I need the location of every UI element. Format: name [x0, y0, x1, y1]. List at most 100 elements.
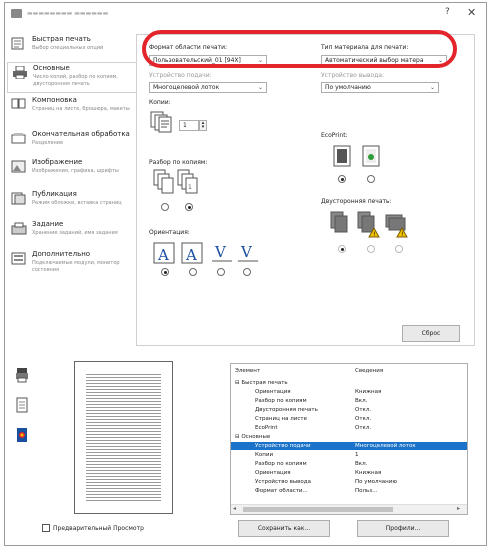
summary-row[interactable]: Разбор по копиям Вкл.: [231, 397, 467, 405]
profiles-button[interactable]: Профили...: [357, 520, 449, 537]
ecoprint-label: EcoPrint:: [321, 132, 348, 139]
collate-off-icon: [153, 169, 175, 197]
summary-row[interactable]: Разбор по копиям Вкл.: [231, 460, 467, 468]
nav-item-quick-print[interactable]: Быстрая печать Выбор специальных опций: [7, 34, 136, 60]
svg-text:A: A: [185, 246, 197, 264]
nav-subtitle: Выбор специальных опций: [32, 45, 104, 51]
chevron-down-icon: ⌄: [429, 84, 435, 91]
summary-row[interactable]: Ориентация Книжная: [231, 469, 467, 477]
printer-icon: [11, 9, 22, 18]
collate-off-radio[interactable]: [161, 203, 169, 211]
nav-item-image[interactable]: Изображение Изображения, графика, шрифты: [7, 157, 136, 187]
nav-item-advanced[interactable]: Дополнительно Подключаемые модули, монит…: [7, 249, 136, 279]
collate-label: Разбор по копиям:: [149, 159, 208, 166]
summary-row[interactable]: Устройство вывода По умолчанию: [231, 478, 467, 486]
scroll-thumb[interactable]: [243, 507, 393, 512]
duplex-off-radio[interactable]: [338, 245, 346, 253]
orientation-landscape-radio[interactable]: [217, 268, 225, 276]
color-preview-icon[interactable]: [16, 427, 28, 445]
svg-text:V: V: [240, 243, 253, 261]
nav-item-finishing[interactable]: Окончательная обработка Разделение: [7, 129, 136, 155]
page-text-area: [86, 372, 161, 503]
nav-subtitle: Хранение заданий, имя задания: [32, 230, 118, 236]
duplex-long-edge-radio[interactable]: [367, 245, 375, 253]
reset-button[interactable]: Сброс: [402, 325, 460, 342]
svg-text:V: V: [214, 243, 227, 261]
summary-row[interactable]: ⊟ Быстрая печать: [231, 379, 467, 387]
collate-on-radio[interactable]: [185, 203, 193, 211]
finishing-icon: [11, 132, 27, 145]
nav-item-publishing[interactable]: Публикация Режим обложки, вставка страни…: [7, 189, 136, 217]
orientation-label: Ориентация:: [149, 229, 190, 236]
copies-input[interactable]: 1: [179, 120, 199, 131]
ecoprint-on-icon: [362, 145, 380, 169]
copies-spinner[interactable]: ▴ ▾: [199, 120, 207, 131]
orientation-portrait-rotated-icon: A: [181, 242, 203, 266]
svg-text:!: !: [401, 231, 403, 238]
nav-subtitle: Страниц на листе, брошюра, макеты: [32, 106, 130, 112]
image-icon: [11, 160, 27, 173]
summary-row[interactable]: EcoPrint Откл.: [231, 424, 467, 432]
ecoprint-off-radio[interactable]: [338, 175, 346, 183]
summary-row[interactable]: Копии 1: [231, 451, 467, 459]
page-preview: [74, 361, 173, 514]
output-select[interactable]: По умолчанию ⌄: [321, 82, 439, 93]
svg-text:A: A: [157, 246, 169, 264]
nav-item-job[interactable]: Задание Хранение заданий, имя задания: [7, 219, 136, 247]
column-header-item: Элемент: [235, 368, 261, 374]
nav-item-basic[interactable]: Основные Число копий, разбор по копиям, …: [7, 62, 136, 93]
orientation-portrait-rotated-radio[interactable]: [189, 268, 197, 276]
title-bar: ▬▬▬▬▬▬▬▬ ▬▬▬▬▬▬ ? ✕: [5, 3, 486, 25]
copies-label: Копии:: [149, 99, 171, 106]
nav-title: Дополнительно: [32, 250, 91, 258]
orientation-portrait-icon: A: [153, 242, 175, 266]
sidebar-nav: Быстрая печать Выбор специальных опций О…: [7, 34, 136, 340]
save-as-button[interactable]: Сохранить как...: [238, 520, 330, 537]
source-select[interactable]: Многоцелевой лоток ⌄: [149, 82, 267, 93]
copies-icon: [150, 111, 174, 135]
horizontal-scrollbar[interactable]: ◂ ▸: [231, 504, 467, 514]
printer-preview-icon[interactable]: [15, 367, 29, 385]
scroll-left-icon[interactable]: ◂: [233, 505, 236, 512]
highlight-annotation: [142, 30, 457, 68]
collate-on-icon: 1: [177, 169, 199, 197]
chevron-down-icon: ⌄: [257, 84, 263, 91]
column-header-info: Сведения: [355, 368, 384, 374]
preview-checkbox[interactable]: [42, 524, 50, 532]
output-value: По умолчанию: [325, 84, 371, 91]
output-label: Устройство вывода:: [321, 72, 385, 79]
duplex-short-edge-radio[interactable]: [395, 245, 403, 253]
nav-subtitle: Изображения, графика, шрифты: [32, 168, 119, 174]
summary-row[interactable]: ⊟ Основные: [231, 433, 467, 441]
summary-row[interactable]: Страниц на листе Откл.: [231, 415, 467, 423]
source-label: Устройство подачи:: [149, 72, 212, 79]
ecoprint-off-icon: [333, 145, 351, 169]
help-button[interactable]: ?: [445, 7, 450, 17]
duplex-short-edge-icon: !: [385, 211, 409, 241]
advanced-icon: [11, 252, 27, 265]
preview-tab-strip: [13, 363, 33, 453]
orientation-landscape-rotated-icon: V: [237, 242, 259, 266]
preview-checkbox-label: Предварительный Просмотр: [53, 525, 144, 532]
orientation-landscape-icon: V: [211, 242, 233, 266]
summary-row[interactable]: Ориентация Книжная: [231, 388, 467, 396]
close-button[interactable]: ✕: [467, 6, 476, 19]
summary-row-selected[interactable]: Устройство подачи Многоцелевой лоток: [231, 442, 467, 450]
scroll-right-icon[interactable]: ▸: [457, 505, 460, 512]
basic-icon: [12, 65, 28, 80]
nav-title: Изображение: [32, 158, 83, 166]
duplex-label: Двусторонняя печать:: [321, 198, 392, 205]
nav-title: Быстрая печать: [32, 35, 91, 43]
page-preview-icon[interactable]: [16, 397, 28, 415]
summary-row[interactable]: Двусторонняя печать Откл.: [231, 406, 467, 414]
orientation-landscape-rotated-radio[interactable]: [243, 268, 251, 276]
nav-subtitle: Число копий, разбор по копиям, двусторон…: [33, 74, 118, 87]
quick-print-icon: [11, 37, 27, 50]
job-icon: [11, 222, 27, 235]
summary-row[interactable]: Формат области... Польз...: [231, 487, 467, 495]
orientation-portrait-radio[interactable]: [161, 268, 169, 276]
nav-title: Задание: [32, 220, 64, 228]
nav-subtitle: Подключаемые модули, монитор состояния: [32, 260, 120, 273]
nav-item-layout[interactable]: Компоновка Страниц на листе, брошюра, ма…: [7, 95, 136, 125]
ecoprint-on-radio[interactable]: [367, 175, 375, 183]
